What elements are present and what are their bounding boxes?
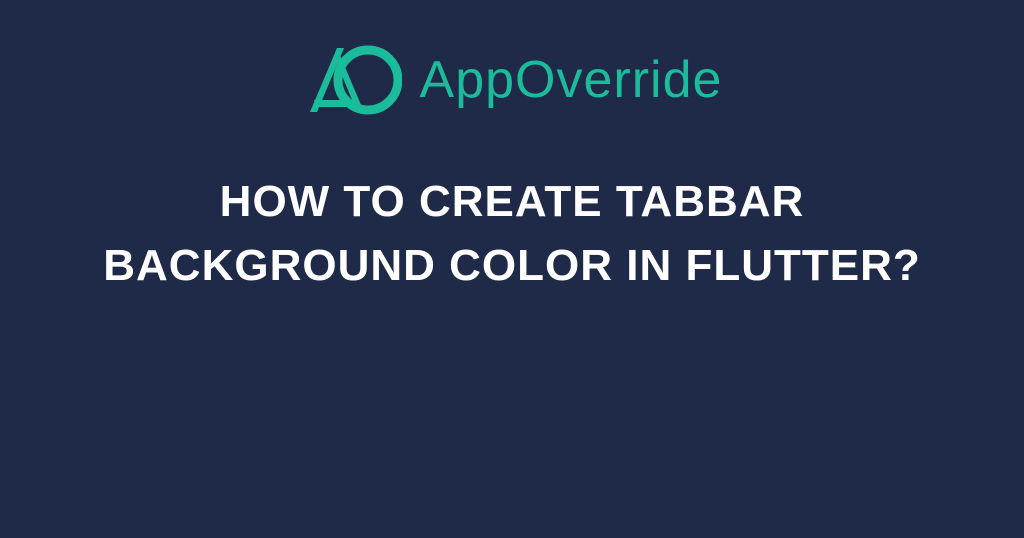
page-title: HOW TO CREATE TABBAR BACKGROUND COLOR IN… bbox=[102, 170, 922, 298]
brand-logo: AppOverride bbox=[302, 40, 723, 120]
brand-name: AppOverride bbox=[420, 50, 723, 110]
brand-logo-mark bbox=[302, 40, 402, 120]
